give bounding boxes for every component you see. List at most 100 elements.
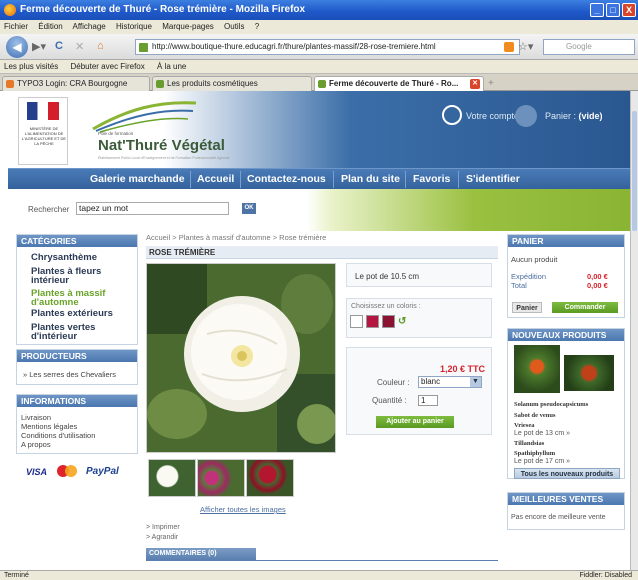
new-product-name[interactable]: Vriesea xyxy=(514,422,534,429)
info-conditions[interactable]: Conditions d'utilisation xyxy=(21,431,95,440)
menu-outils[interactable]: Outils xyxy=(224,22,244,31)
home-icon[interactable]: ⌂ xyxy=(97,40,104,52)
order-button[interactable]: Commander xyxy=(552,302,618,313)
producer-link[interactable]: » Les serres des Chevaliers xyxy=(23,370,116,379)
status-text: Terminé xyxy=(4,572,29,579)
menu-help[interactable]: ? xyxy=(255,22,259,31)
color-select[interactable]: blanc ▼ xyxy=(418,376,482,388)
breadcrumb[interactable]: Accueil > Plantes à massif d'automne > R… xyxy=(146,233,326,242)
vertical-scrollbar[interactable] xyxy=(630,91,638,570)
mastercard-logo xyxy=(57,465,77,478)
close-button[interactable]: X xyxy=(622,3,636,17)
rss-icon[interactable] xyxy=(504,42,514,52)
thumbnail-red[interactable] xyxy=(246,459,294,497)
google-search-placeholder: Google xyxy=(566,42,592,51)
nav-separator xyxy=(190,171,191,188)
comments-divider xyxy=(146,560,498,561)
producers-title: PRODUCTEURS xyxy=(17,350,137,362)
reset-color-icon[interactable]: ↺ xyxy=(398,316,406,327)
category-plantes-fleurs-interieur[interactable]: Plantes à fleurs intérieur xyxy=(31,267,131,286)
new-product-name[interactable]: Spathiphyllum xyxy=(514,450,555,457)
search-label: Rechercher xyxy=(28,205,70,214)
category-plantes-massif-automne[interactable]: Plantes à massif d'automne xyxy=(31,289,131,308)
stop-icon[interactable]: ✕ xyxy=(75,40,84,53)
print-label: Imprimer xyxy=(152,524,180,531)
new-product-name[interactable]: Sabot de venus xyxy=(514,412,556,419)
info-livraison[interactable]: Livraison xyxy=(21,413,51,422)
menu-marque-pages[interactable]: Marque-pages xyxy=(162,22,214,31)
back-button[interactable]: ◀ xyxy=(6,36,28,58)
new-product-desc[interactable]: Le pot de 17 cm » xyxy=(514,458,570,465)
swatch-red[interactable] xyxy=(382,315,395,328)
tab-strip: TYPO3 Login: CRA Bourgogne Les produits … xyxy=(0,74,638,91)
tab-comments[interactable]: COMMENTAIRES (0) xyxy=(146,548,256,560)
show-all-images-link[interactable]: Afficher toutes les images xyxy=(200,505,286,514)
thumbnail-pink[interactable] xyxy=(197,459,245,497)
bookmark-star-icon[interactable]: ☆▾ xyxy=(518,40,533,53)
nav-plan-du-site[interactable]: Plan du site xyxy=(341,169,400,190)
bookmark-headlines[interactable]: À la une xyxy=(157,62,186,71)
search-ok-button[interactable]: OK xyxy=(242,203,256,214)
new-product-desc[interactable]: Le pot de 13 cm » xyxy=(514,430,570,437)
new-tab-icon[interactable]: + xyxy=(488,78,494,89)
info-a-propos[interactable]: A propos xyxy=(21,440,51,449)
url-bar[interactable]: http://www.boutique-thure.educagri.fr/th… xyxy=(135,39,520,55)
tab-label: Ferme découverte de Thuré - Ro... xyxy=(329,79,459,88)
print-link[interactable]: > Imprimer xyxy=(146,524,180,531)
brand-subtitle: Établissement Public Local d'Enseignemen… xyxy=(98,156,230,160)
tab-typo3[interactable]: TYPO3 Login: CRA Bourgogne xyxy=(2,76,150,91)
tab-favicon xyxy=(6,80,14,88)
menu-affichage[interactable]: Affichage xyxy=(73,22,106,31)
new-product-name[interactable]: Tillandsias xyxy=(514,440,544,447)
swatch-white[interactable] xyxy=(350,315,363,328)
account-link[interactable]: Votre compte xyxy=(442,105,519,125)
enlarge-link[interactable]: > Agrandir xyxy=(146,534,178,541)
new-product-image-solanum[interactable] xyxy=(514,345,560,393)
categories-title: CATÉGORIES xyxy=(17,235,137,247)
new-product-name[interactable]: Solanum pseudocapsicums xyxy=(514,401,588,408)
header-cart-link[interactable]: Panier : (vide) xyxy=(515,105,603,127)
nav-favoris[interactable]: Favoris xyxy=(413,169,450,190)
ministry-text: MINISTÈRE DE L'ALIMENTATION DE L'AGRICUL… xyxy=(21,126,67,146)
nav-galerie-marchande[interactable]: Galerie marchande xyxy=(90,169,185,190)
nav-sidentifier[interactable]: S'identifier xyxy=(466,169,520,190)
forward-icon[interactable]: ▶▾ xyxy=(32,40,46,53)
thumbnail-white[interactable] xyxy=(148,459,196,497)
pole-text: Pôle de formation xyxy=(98,131,134,136)
category-plantes-vertes-interieur[interactable]: Plantes vertes d'intérieur xyxy=(31,323,131,342)
quantity-input[interactable]: 1 xyxy=(418,395,438,406)
brand-name: Nat'Thuré Végétal xyxy=(98,137,225,154)
menu-historique[interactable]: Historique xyxy=(116,22,152,31)
nav-accueil[interactable]: Accueil xyxy=(197,169,234,190)
cart-button[interactable]: Panier xyxy=(512,302,542,313)
category-plantes-exterieurs[interactable]: Plantes extérieurs xyxy=(31,309,113,319)
menu-fichier[interactable]: Fichier xyxy=(4,22,28,31)
tab-favicon xyxy=(318,80,326,88)
new-product-image-sabot[interactable] xyxy=(564,355,614,391)
category-chrysantheme[interactable]: Chrysanthème xyxy=(31,253,97,263)
tab-ferme-thure[interactable]: Ferme découverte de Thuré - Ro... ✕ xyxy=(314,76,484,91)
bookmark-most-visited[interactable]: Les plus visités xyxy=(4,62,58,71)
cart-box: PANIER Aucun produit Expédition 0,00 € T… xyxy=(507,234,625,318)
minimize-button[interactable]: _ xyxy=(590,3,604,17)
menu-edition[interactable]: Édition xyxy=(38,22,62,31)
all-new-products-button[interactable]: Tous les nouveaux produits xyxy=(514,468,620,479)
tab-close-icon[interactable]: ✕ xyxy=(470,79,480,89)
info-mentions-legales[interactable]: Mentions légales xyxy=(21,422,77,431)
product-main-image[interactable] xyxy=(146,263,337,453)
swatch-pink[interactable] xyxy=(366,315,379,328)
add-to-cart-button[interactable]: Ajouter au panier xyxy=(376,416,454,428)
color-select-value: blanc xyxy=(421,377,441,386)
user-icon xyxy=(442,105,462,125)
tab-cosmetiques[interactable]: Les produits cosmétiques xyxy=(152,76,312,91)
maximize-button[interactable]: □ xyxy=(606,3,620,17)
site-search-input[interactable]: tapez un mot xyxy=(76,202,229,215)
bookmark-getting-started[interactable]: Débuter avec Firefox xyxy=(70,62,144,71)
scrollbar-thumb[interactable] xyxy=(632,111,637,231)
search-field[interactable]: Google xyxy=(543,39,635,55)
firefox-icon xyxy=(4,4,16,16)
product-title: ROSE TRÉMIÈRE xyxy=(146,246,498,259)
reload-icon[interactable]: C xyxy=(55,40,63,52)
tab-favicon xyxy=(156,80,164,88)
nav-contactez-nous[interactable]: Contactez-nous xyxy=(247,169,326,190)
